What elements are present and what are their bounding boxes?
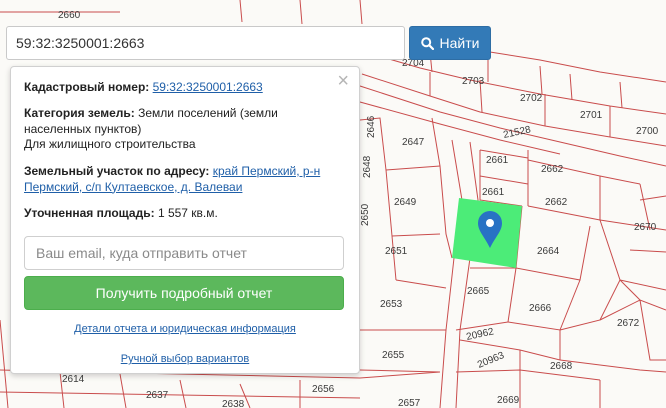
email-field[interactable] xyxy=(24,236,344,270)
plot-label: 2662 xyxy=(541,164,564,175)
address-link-1[interactable]: край Пермский, р-н xyxy=(213,164,320,178)
plot-label: 2702 xyxy=(520,93,543,104)
address-row: Земельный участок по адресу: край Пермск… xyxy=(24,164,344,195)
land-category-value-2: населенных пунктов) xyxy=(24,121,142,136)
close-icon[interactable]: × xyxy=(337,71,349,91)
get-report-button[interactable]: Получить подробный отчет xyxy=(24,276,344,310)
plot-label: 2670 xyxy=(634,222,657,233)
area-row: Уточненная площадь: 1 557 кв.м. xyxy=(24,206,218,222)
land-category-value-1: Земли поселений (земли xyxy=(138,106,278,120)
plot-label: 2666 xyxy=(529,303,552,314)
find-button-label: Найти xyxy=(439,35,480,51)
plot-label: 2655 xyxy=(382,350,405,361)
plot-label: 2672 xyxy=(617,318,640,329)
plot-label: 2661 xyxy=(486,155,509,166)
plot-label: 2703 xyxy=(462,76,485,87)
plot-label: 2701 xyxy=(580,110,603,121)
plot-label: 2660 xyxy=(58,10,81,21)
plot-label: 2647 xyxy=(402,137,425,148)
plot-label: 2661 xyxy=(482,187,505,198)
land-category-value-3: Для жилищного строительства xyxy=(24,137,196,151)
plot-label: 2650 xyxy=(360,203,371,226)
manual-selection-link[interactable]: Ручной выбор вариантов xyxy=(11,353,359,365)
plot-label: 2669 xyxy=(497,395,520,406)
plot-label: 2700 xyxy=(636,126,659,137)
plot-label: 2665 xyxy=(467,286,490,297)
plot-label: 2646 xyxy=(366,115,377,138)
plot-label: 2648 xyxy=(362,155,373,178)
cadastral-number-link[interactable]: 59:32:3250001:2663 xyxy=(153,80,263,94)
cadastral-number-label: Кадастровый номер: xyxy=(24,80,150,94)
plot-label: 2668 xyxy=(550,361,573,372)
cadastral-search-input[interactable] xyxy=(6,26,405,60)
search-icon xyxy=(420,36,434,50)
plot-label: 2664 xyxy=(537,246,560,257)
land-category-label: Категория земель: xyxy=(24,106,135,120)
address-label: Земельный участок по адресу: xyxy=(24,164,210,178)
plot-label: 2653 xyxy=(380,299,403,310)
plot-label: 2662 xyxy=(545,197,568,208)
plot-label: 2657 xyxy=(398,398,421,408)
plot-info-panel: × Кадастровый номер: 59:32:3250001:2663 … xyxy=(10,66,360,374)
plot-label: 2637 xyxy=(146,390,169,401)
address-link-2[interactable]: Пермский, с/п Култаевское, д. Валеваи xyxy=(24,180,242,194)
area-label: Уточненная площадь: xyxy=(24,206,155,220)
cadastral-number-row: Кадастровый номер: 59:32:3250001:2663 xyxy=(24,80,263,96)
plot-label: 2649 xyxy=(394,197,417,208)
area-value: 1 557 кв.м. xyxy=(157,206,218,220)
plot-label: 2651 xyxy=(385,246,408,257)
map-pin-center xyxy=(486,219,494,227)
find-button[interactable]: Найти xyxy=(409,26,491,60)
land-category-row: Категория земель: Земли поселений (земли… xyxy=(24,106,344,153)
report-details-link[interactable]: Детали отчета и юридическая информация xyxy=(11,323,359,335)
plot-label: 2614 xyxy=(62,374,85,385)
plot-label: 2638 xyxy=(222,399,245,408)
plot-label: 2656 xyxy=(312,384,335,395)
